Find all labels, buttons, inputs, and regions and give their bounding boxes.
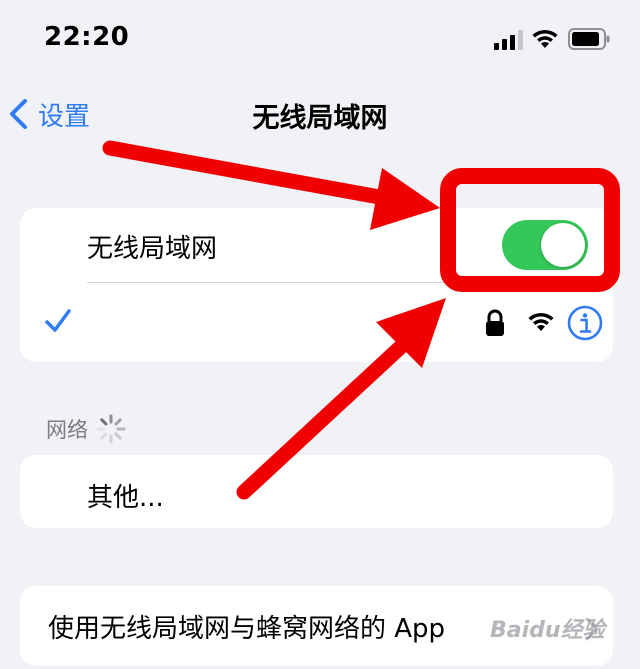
wifi-toggle-row: 无线局域网 — [20, 208, 613, 282]
checkmark-icon — [45, 309, 71, 332]
status-time: 22:20 — [44, 22, 130, 52]
info-icon[interactable] — [567, 305, 603, 341]
toggle-knob — [541, 223, 585, 267]
loading-spinner-icon — [96, 414, 126, 444]
battery-icon — [568, 28, 610, 50]
wifi-icon — [528, 312, 554, 331]
wifi-settings-card: 无线局域网 — [20, 208, 613, 362]
watermark-logo: Baidu经验 — [490, 618, 605, 643]
wifi-toggle-label: 无线局域网 — [87, 234, 218, 264]
navigation-bar: 设置 无线局域网 — [0, 88, 640, 136]
connected-network-row[interactable] — [20, 283, 613, 362]
apps-using-wifi-label: 使用无线局域网与蜂窝网络的 App — [48, 614, 446, 644]
other-network-row[interactable]: 其他... — [20, 455, 613, 528]
networks-section-header: 网络 — [46, 414, 128, 444]
wifi-icon — [532, 29, 558, 48]
other-network-label: 其他... — [87, 483, 164, 513]
page-title: 无线局域网 — [252, 103, 388, 134]
cellular-signal-icon — [494, 30, 523, 50]
wifi-toggle-switch[interactable] — [502, 220, 588, 270]
networks-header-label: 网络 — [46, 418, 88, 442]
status-bar: 22:20 — [0, 0, 640, 80]
lock-icon — [486, 309, 504, 336]
